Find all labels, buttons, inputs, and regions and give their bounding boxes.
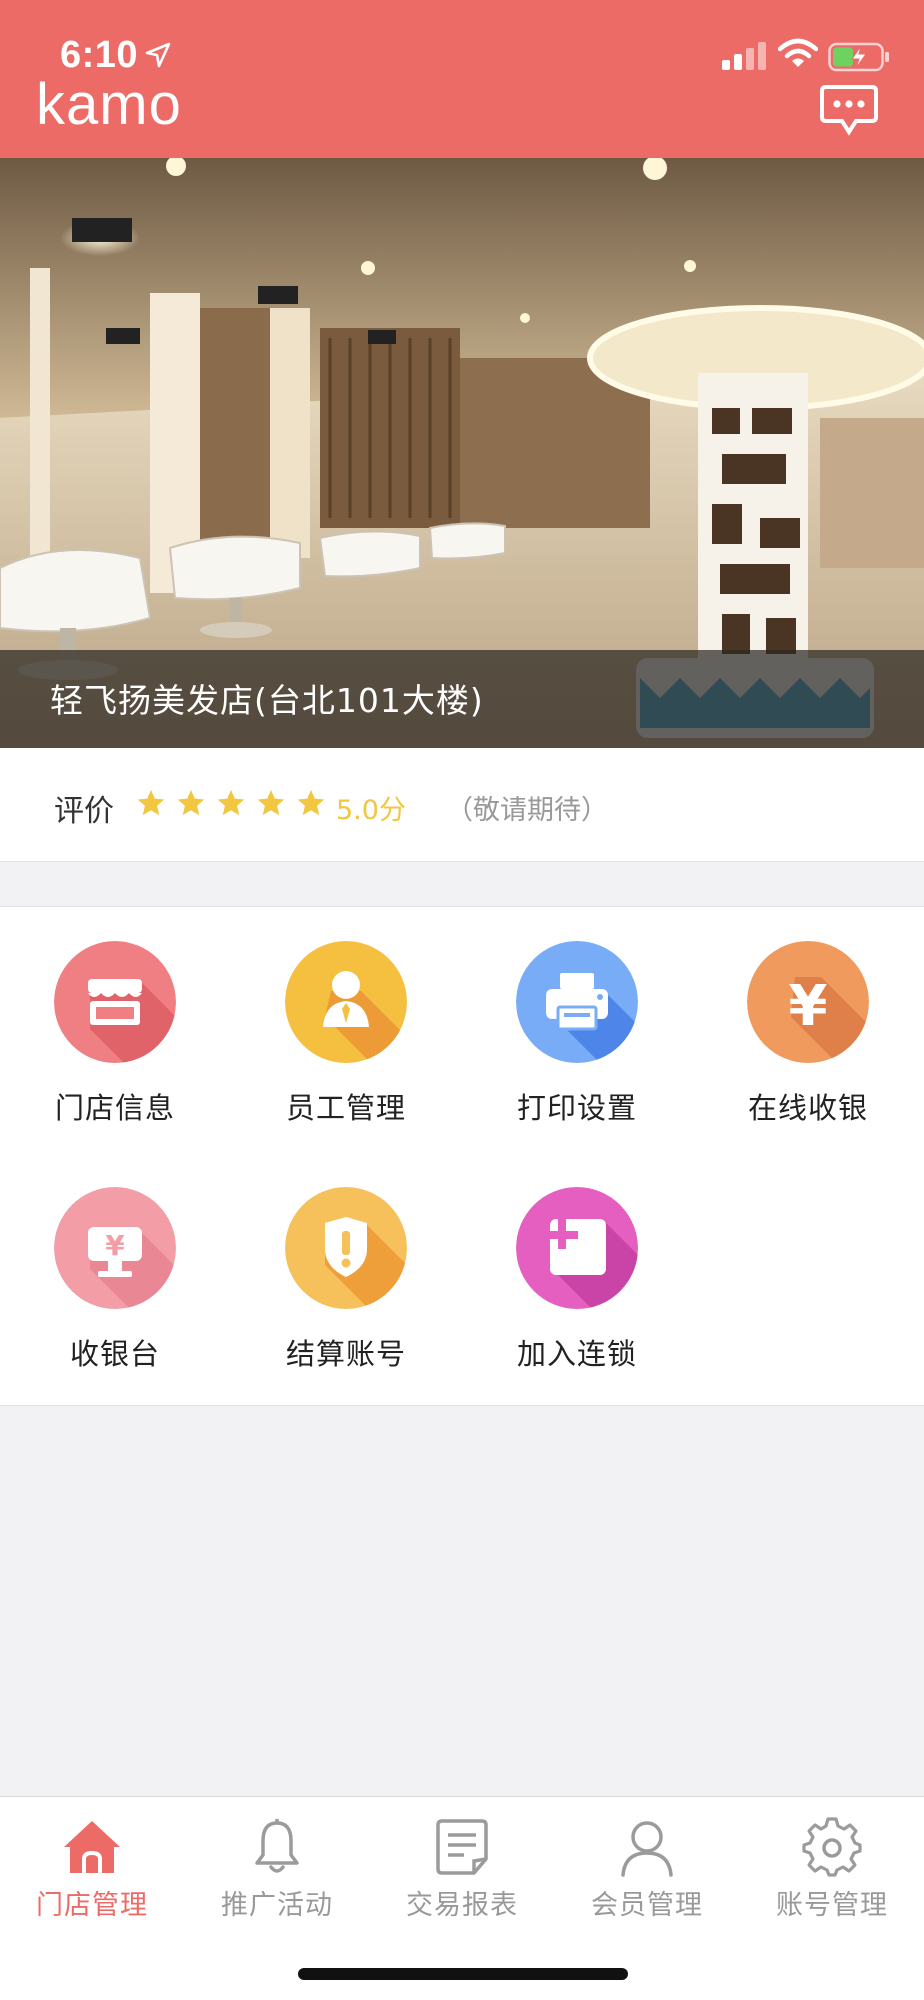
- chat-bubble-icon[interactable]: [820, 84, 878, 136]
- grid-item-printer[interactable]: 打印设置: [466, 941, 666, 1141]
- svg-text:¥: ¥: [789, 974, 828, 1039]
- storefront-icon: [54, 941, 176, 1063]
- tab-label: 交易报表: [406, 1890, 518, 1921]
- store-banner[interactable]: 轻飞扬美发店(台北101大楼): [0, 158, 924, 748]
- star-icon: [137, 789, 165, 816]
- tab-label: 账号管理: [776, 1890, 888, 1921]
- tab-store-management[interactable]: 门店管理: [12, 1817, 172, 1937]
- cashier-icon: ¥: [54, 1187, 176, 1309]
- star-icon: [297, 789, 325, 816]
- grid-item-settlement-account[interactable]: 结算账号: [235, 1187, 435, 1387]
- tab-account-management[interactable]: 账号管理: [752, 1817, 912, 1937]
- grid-item-staff[interactable]: 员工管理: [235, 941, 435, 1141]
- app-header: 6:10 kamo: [0, 0, 924, 158]
- wifi-icon: [778, 38, 818, 67]
- rating-label: 评价: [54, 794, 114, 829]
- function-grid: 门店信息 员工管理 打印设置 ¥ 在线收银 ¥ 收银台 结算账号 加入连锁: [0, 906, 924, 1406]
- shield-alert-icon: [285, 1187, 407, 1309]
- grid-item-label: 打印设置: [516, 1091, 637, 1125]
- rating-note: （敬请期待）: [446, 795, 608, 826]
- grid-item-cashier-desk[interactable]: ¥ 收银台: [4, 1187, 204, 1387]
- location-arrow-icon: [145, 42, 171, 68]
- home-icon: [64, 1821, 120, 1873]
- star-icon: [217, 789, 245, 816]
- report-icon: [436, 1819, 488, 1875]
- tab-label: 门店管理: [36, 1890, 148, 1921]
- tab-transaction-reports[interactable]: 交易报表: [382, 1817, 542, 1937]
- grid-item-label: 加入连锁: [516, 1337, 637, 1371]
- tab-label: 推广活动: [221, 1890, 333, 1921]
- grid-item-store-info[interactable]: 门店信息: [4, 941, 204, 1141]
- printer-icon: [516, 941, 638, 1063]
- status-time: 6:10: [60, 34, 139, 76]
- star-icon: [177, 789, 205, 816]
- gear-icon: [802, 1817, 862, 1877]
- grid-item-label: 员工管理: [285, 1091, 406, 1125]
- store-name: 轻飞扬美发店(台北101大楼): [50, 681, 484, 720]
- rating-row: 评价 5.0分 （敬请期待）: [0, 748, 924, 862]
- rating-score: 5.0分: [336, 795, 406, 826]
- battery-charging-icon: [828, 42, 889, 72]
- star-icon: [257, 789, 285, 816]
- store-management-screen: 6:10 kamo 轻飞扬美发店(台北101大楼) 评价 5.0分 （敬请期待）…: [0, 0, 924, 2000]
- tab-member-management[interactable]: 会员管理: [567, 1817, 727, 1937]
- grid-item-label: 结算账号: [285, 1337, 406, 1371]
- banner-caption: 轻飞扬美发店(台北101大楼): [0, 650, 924, 748]
- tab-label: 会员管理: [591, 1890, 703, 1921]
- kamo-logo: kamo: [36, 72, 182, 137]
- staff-icon: [285, 941, 407, 1063]
- bell-icon: [255, 1819, 299, 1873]
- rating-stars: [136, 788, 326, 818]
- user-icon: [621, 1821, 673, 1877]
- grid-item-online-cashier[interactable]: ¥ 在线收银: [697, 941, 897, 1141]
- grid-item-label: 在线收银: [747, 1091, 868, 1125]
- cellular-signal-icon: [722, 42, 766, 70]
- join-chain-icon: [516, 1187, 638, 1309]
- svg-text:¥: ¥: [105, 1229, 125, 1262]
- home-indicator[interactable]: [298, 1968, 628, 1980]
- tab-promotions[interactable]: 推广活动: [197, 1817, 357, 1937]
- yen-icon: ¥: [747, 941, 869, 1063]
- grid-item-label: 门店信息: [54, 1091, 175, 1125]
- grid-item-join-chain[interactable]: 加入连锁: [466, 1187, 666, 1387]
- grid-item-label: 收银台: [69, 1337, 160, 1371]
